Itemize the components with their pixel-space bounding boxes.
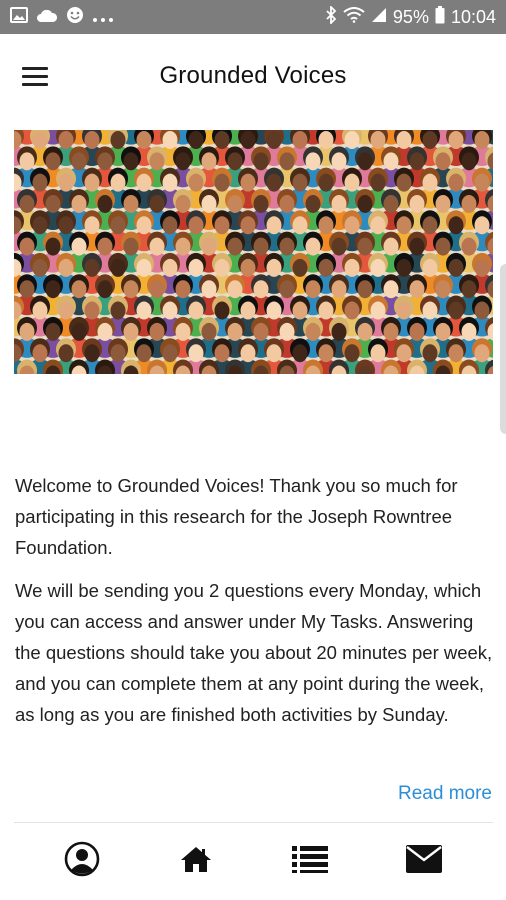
envelope-icon [406, 845, 442, 878]
read-more-link[interactable]: Read more [398, 783, 492, 805]
nav-messages[interactable] [394, 832, 454, 892]
clock: 10:04 [450, 6, 496, 27]
battery-icon [435, 5, 445, 29]
status-right-icons: 95% 10:04 [325, 4, 496, 29]
status-left-icons [10, 6, 114, 29]
app-header: Grounded Voices [0, 34, 506, 118]
cloud-icon [36, 7, 58, 28]
nav-home[interactable] [166, 832, 226, 892]
crowd-illustration [14, 130, 493, 374]
more-dots-icon [92, 7, 114, 28]
image-icon [10, 6, 28, 28]
emoji-icon [66, 6, 84, 29]
bottom-nav [0, 823, 506, 900]
page-title: Grounded Voices [159, 62, 347, 89]
bluetooth-icon [325, 4, 337, 29]
battery-percent: 95% [392, 6, 429, 27]
wifi-icon [343, 6, 365, 28]
scroll-indicator[interactable] [500, 264, 506, 434]
welcome-paragraph: Welcome to Grounded Voices! Thank you so… [15, 475, 458, 558]
welcome-content: Welcome to Grounded Voices! Thank you so… [15, 470, 493, 742]
status-bar: 95% 10:04 [0, 0, 506, 34]
signal-icon [371, 7, 387, 28]
list-icon [292, 845, 328, 878]
instructions-paragraph: We will be sending you 2 questions every… [15, 580, 493, 725]
user-circle-icon [64, 841, 100, 882]
home-icon [180, 845, 212, 878]
banner-image [14, 130, 493, 374]
nav-tasks[interactable] [280, 832, 340, 892]
nav-profile[interactable] [52, 832, 112, 892]
